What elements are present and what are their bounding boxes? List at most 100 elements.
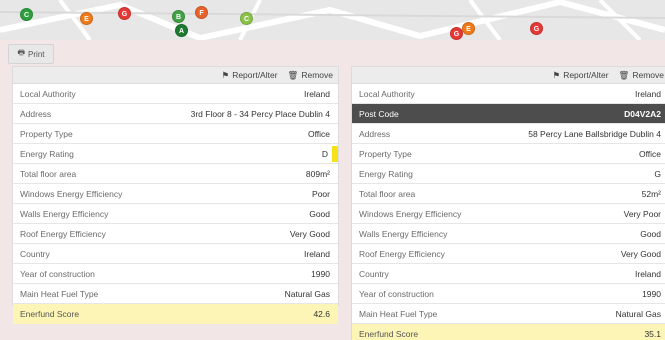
row-year-of-construction: Year of construction 1990	[352, 284, 665, 304]
row-post-code: Post Code D04V2A2	[352, 104, 665, 124]
row-value: 58 Percy Lane Ballsbridge Dublin 4	[528, 128, 661, 139]
row-roof-efficiency: Roof Energy Efficiency Very Good	[13, 224, 338, 244]
remove-label: Remove	[632, 70, 664, 80]
report-icon: ⚑	[221, 69, 230, 80]
row-value: D04V2A2	[624, 108, 661, 119]
row-address: Address 58 Percy Lane Ballsbridge Dublin…	[352, 124, 665, 144]
row-enerfund-score: Enerfund Score 42.6	[13, 304, 338, 324]
trash-icon: 🗑	[287, 69, 299, 80]
row-value: 1990	[311, 268, 330, 279]
row-windows-efficiency: Windows Energy Efficiency Poor	[13, 184, 338, 204]
row-local-authority: Local Authority Ireland	[352, 84, 665, 104]
row-floor-area: Total floor area 52m²	[352, 184, 665, 204]
row-value: G	[654, 168, 661, 179]
row-value: 1990	[642, 288, 661, 299]
map-marker[interactable]: F	[195, 6, 208, 19]
row-value: 42.6	[313, 309, 330, 319]
row-property-type: Property Type Office	[13, 124, 338, 144]
row-year-of-construction: Year of construction 1990	[13, 264, 338, 284]
row-label: Year of construction	[359, 288, 434, 299]
row-label: Windows Energy Efficiency	[20, 188, 123, 199]
row-value: Office	[307, 128, 330, 139]
map-marker[interactable]: G	[530, 22, 543, 35]
row-label: Enerfund Score	[359, 329, 419, 339]
row-heat-fuel-type: Main Heat Fuel Type Natural Gas	[352, 304, 665, 324]
map-marker[interactable]: G	[118, 7, 131, 20]
remove-label: Remove	[301, 70, 333, 80]
print-icon: 🖶	[17, 48, 26, 57]
report-alter-label: Report/Alter	[232, 70, 278, 80]
row-value: Natural Gas	[284, 288, 330, 299]
map-marker[interactable]: B	[172, 10, 185, 23]
print-button[interactable]: 🖶 Print	[8, 44, 54, 64]
row-label: Property Type	[20, 128, 73, 139]
row-value: Natural Gas	[615, 308, 661, 319]
row-label: Total floor area	[359, 188, 416, 199]
row-value: Good	[309, 208, 330, 219]
row-label: Roof Energy Efficiency	[359, 248, 445, 259]
row-label: Walls Energy Efficiency	[20, 208, 109, 219]
energy-rating-color-bar	[332, 146, 338, 162]
row-label: Property Type	[359, 148, 412, 159]
row-label: Local Authority	[359, 88, 415, 99]
row-value: Very Good	[620, 248, 661, 259]
report-alter-button[interactable]: ⚑ Report/Alter	[553, 70, 609, 81]
property-card-right: ⚑ Report/Alter 🗑 Remove Local Authority …	[351, 66, 665, 340]
card-header: ⚑ Report/Alter 🗑 Remove	[352, 67, 665, 84]
row-walls-efficiency: Walls Energy Efficiency Good	[352, 224, 665, 244]
row-value: Very Poor	[623, 208, 661, 219]
row-label: Roof Energy Efficiency	[20, 228, 106, 239]
row-label: Address	[20, 108, 52, 119]
row-label: Main Heat Fuel Type	[359, 308, 438, 319]
row-energy-rating: Energy Rating D	[13, 144, 338, 164]
row-value: 35.1	[644, 329, 661, 339]
map-marker[interactable]: E	[80, 12, 93, 25]
row-local-authority: Local Authority Ireland	[13, 84, 338, 104]
trash-icon: 🗑	[618, 69, 630, 80]
row-label: Address	[359, 128, 391, 139]
row-address: Address 3rd Floor 8 - 34 Percy Place Dub…	[13, 104, 338, 124]
row-value: Very Good	[289, 228, 330, 239]
row-value: Office	[638, 148, 661, 159]
map-roads	[0, 0, 665, 40]
map-marker[interactable]: A	[175, 24, 188, 37]
report-alter-button[interactable]: ⚑ Report/Alter	[222, 70, 278, 81]
row-label: Enerfund Score	[20, 309, 80, 319]
row-heat-fuel-type: Main Heat Fuel Type Natural Gas	[13, 284, 338, 304]
print-label: Print	[28, 49, 45, 59]
remove-button[interactable]: 🗑 Remove	[288, 70, 333, 81]
map-marker[interactable]: C	[240, 12, 253, 25]
row-value: Ireland	[304, 88, 330, 99]
row-energy-rating: Energy Rating G	[352, 164, 665, 184]
row-label: Year of construction	[20, 268, 95, 279]
row-value: Good	[640, 228, 661, 239]
report-icon: ⚑	[552, 69, 561, 80]
row-property-type: Property Type Office	[352, 144, 665, 164]
row-walls-efficiency: Walls Energy Efficiency Good	[13, 204, 338, 224]
row-country: Country Ireland	[13, 244, 338, 264]
row-label: Energy Rating	[20, 148, 74, 159]
property-card-left: ⚑ Report/Alter 🗑 Remove Local Authority …	[12, 66, 339, 324]
row-country: Country Ireland	[352, 264, 665, 284]
remove-button[interactable]: 🗑 Remove	[619, 70, 664, 81]
row-label: Country	[20, 248, 50, 259]
row-label: Post Code	[359, 108, 399, 119]
row-value: 3rd Floor 8 - 34 Percy Place Dublin 4	[190, 108, 330, 119]
row-label: Country	[359, 268, 389, 279]
row-label: Walls Energy Efficiency	[359, 228, 448, 239]
map-marker[interactable]: E	[462, 22, 475, 35]
row-value: Ireland	[304, 248, 330, 259]
map-marker[interactable]: C	[20, 8, 33, 21]
report-alter-label: Report/Alter	[563, 70, 609, 80]
row-value: 809m²	[305, 168, 330, 179]
card-header: ⚑ Report/Alter 🗑 Remove	[13, 67, 338, 84]
row-value: Poor	[312, 188, 330, 199]
row-floor-area: Total floor area 809m²	[13, 164, 338, 184]
row-value: Ireland	[635, 88, 661, 99]
row-label: Windows Energy Efficiency	[359, 208, 462, 219]
row-label: Total floor area	[20, 168, 77, 179]
row-value: D	[321, 148, 328, 159]
row-windows-efficiency: Windows Energy Efficiency Very Poor	[352, 204, 665, 224]
row-roof-efficiency: Roof Energy Efficiency Very Good	[352, 244, 665, 264]
map-view[interactable]: C E G B A F C G E G	[0, 0, 665, 40]
